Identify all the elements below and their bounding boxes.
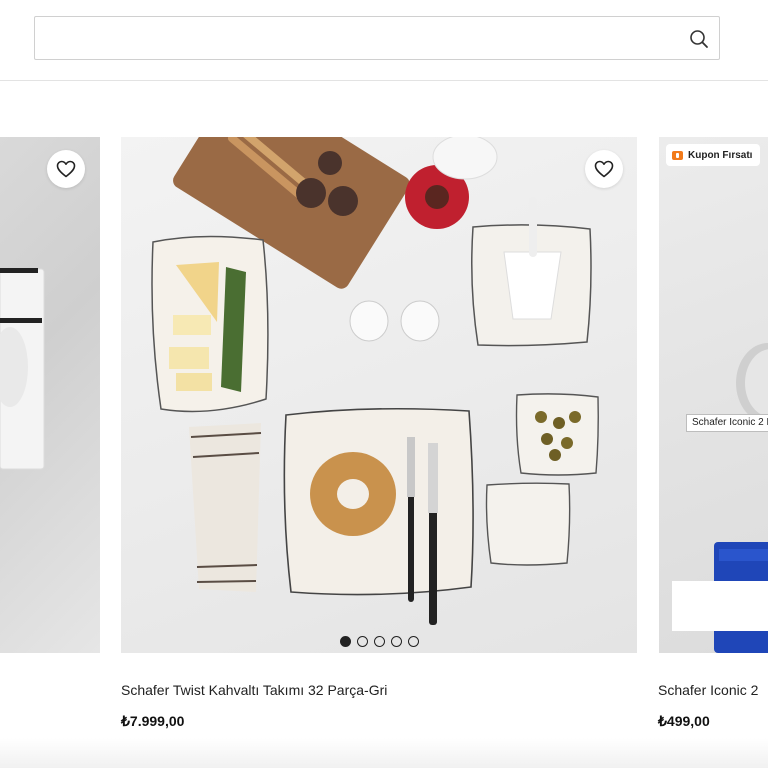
product-price: ₺499,00	[658, 713, 710, 729]
carousel-dot[interactable]	[339, 636, 351, 647]
favorite-button[interactable]	[585, 150, 623, 188]
carousel-dots	[121, 636, 637, 647]
product-photo	[0, 268, 45, 470]
product-price: ₺7.999,00	[121, 713, 185, 729]
carousel-dot[interactable]	[390, 636, 402, 647]
coupon-icon	[672, 150, 683, 160]
favorite-button[interactable]	[47, 150, 85, 188]
product-title[interactable]: Schafer Iconic 2	[658, 682, 758, 698]
carousel-dot[interactable]	[373, 636, 385, 647]
search-box	[34, 16, 720, 60]
product-title[interactable]: Schafer Twist Kahvaltı Takımı 32 Parça-G…	[121, 682, 387, 698]
product-image-main[interactable]	[121, 137, 637, 653]
image-overlay-block	[672, 581, 768, 631]
page-bottom-edge	[0, 738, 768, 768]
heart-icon	[56, 160, 76, 178]
product-photo	[714, 343, 768, 653]
search-input[interactable]	[36, 18, 676, 58]
search-button[interactable]	[685, 25, 713, 53]
header	[0, 0, 768, 81]
product-image-left[interactable]	[0, 137, 100, 653]
product-photo	[151, 137, 599, 625]
coupon-badge: Kupon Fırsatı	[666, 144, 761, 166]
search-icon	[690, 30, 708, 48]
carousel-dot[interactable]	[356, 636, 368, 647]
heart-icon	[594, 160, 614, 178]
product-image-right[interactable]: Kupon Fırsatı Schafer Iconic 2 K	[659, 137, 768, 653]
product-tooltip: Schafer Iconic 2 K	[686, 414, 768, 432]
carousel-dot[interactable]	[407, 636, 419, 647]
coupon-badge-label: Kupon Fırsatı	[688, 149, 753, 161]
